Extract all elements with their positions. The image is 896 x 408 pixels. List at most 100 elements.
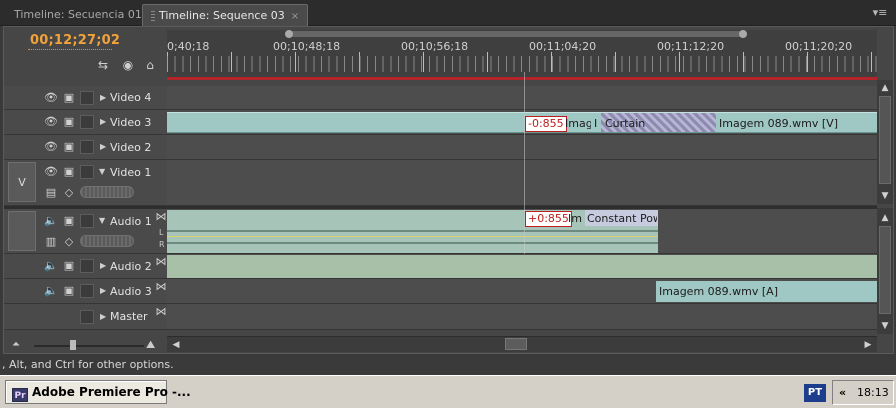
work-area-bar[interactable] [167, 77, 877, 80]
expand-triangle-icon[interactable]: ▶ [100, 286, 106, 295]
viewing-area-bar[interactable] [285, 30, 747, 38]
clock[interactable]: 18:13 [857, 381, 889, 404]
tray-expand-icon[interactable]: « [839, 381, 846, 404]
track-video-4[interactable] [167, 86, 877, 110]
taskbar-premiere-button[interactable]: Pr Adobe Premiere Pro -... [5, 380, 191, 404]
scroll-up-icon[interactable]: ▲ [878, 82, 892, 94]
expand-triangle-icon[interactable]: ▶ [100, 312, 106, 321]
clip-name: Imagem 089.wmv [A] [659, 285, 778, 298]
video-vertical-scrollbar[interactable]: ▲ ▼ [877, 80, 893, 204]
keyframe-navigator[interactable] [80, 186, 134, 198]
audio-clip[interactable] [167, 255, 877, 278]
eye-icon[interactable]: 👁 [44, 141, 58, 153]
target-video-button[interactable]: V [8, 162, 36, 202]
track-video-1[interactable] [167, 160, 877, 206]
track-name: Video 3 [110, 116, 152, 129]
track-audio-1[interactable]: +0:855 Im Constant Powe [167, 209, 877, 254]
lock-toggle[interactable] [80, 259, 94, 273]
lock-toggle[interactable] [80, 284, 94, 298]
expand-triangle-icon[interactable]: ▶ [100, 142, 106, 151]
track-header-master: ▶ Master ⋈ [4, 304, 167, 330]
zoom-out-icon[interactable]: ⏶ [12, 339, 20, 350]
lock-toggle[interactable] [80, 91, 94, 105]
speaker-icon[interactable]: 🔈 [44, 285, 58, 297]
video-clip[interactable] [167, 112, 524, 133]
lock-toggle[interactable] [80, 165, 94, 179]
scroll-thumb[interactable] [879, 226, 891, 314]
eye-icon[interactable]: 👁 [44, 166, 58, 178]
lock-toggle[interactable] [80, 140, 94, 154]
clip-name: Imag [565, 117, 591, 130]
snap-icon[interactable]: ⇆ [95, 57, 111, 73]
audio-vertical-scrollbar[interactable]: ▲ ▼ [877, 208, 893, 334]
track-audio-3[interactable]: Imagem 089.wmv [A] [167, 279, 877, 304]
scroll-up-icon[interactable]: ▲ [878, 212, 892, 224]
volume-line[interactable] [524, 236, 658, 237]
target-audio-button[interactable] [8, 211, 36, 251]
film-icon[interactable]: ▣ [62, 141, 76, 153]
film-icon[interactable]: ▣ [62, 285, 76, 297]
zoom-in-icon[interactable]: ⛰ [146, 338, 155, 352]
audio-clip[interactable] [167, 210, 524, 253]
audio-clip-main[interactable]: +0:855 Im Constant Powe [524, 210, 658, 253]
expand-triangle-icon[interactable]: ▶ [100, 117, 106, 126]
speaker-icon[interactable]: 🔈 [44, 260, 58, 272]
speaker-icon[interactable]: 🔈 [44, 215, 58, 227]
film-icon[interactable]: ▣ [62, 116, 76, 128]
keyframe-navigator[interactable] [80, 235, 134, 247]
track-end-icon: ⋈ [155, 255, 167, 268]
film-icon[interactable]: ▣ [62, 92, 76, 104]
scroll-down-icon[interactable]: ▼ [878, 190, 892, 202]
scroll-left-icon[interactable]: ◀ [169, 339, 183, 351]
tab-secuencia-01[interactable]: Timeline: Secuencia 01 [6, 4, 150, 26]
track-name: Master [110, 310, 148, 323]
collapse-triangle-icon[interactable]: ▼ [99, 167, 105, 176]
close-icon[interactable]: × [291, 11, 299, 22]
track-video-2[interactable] [167, 135, 877, 160]
display-style-icon[interactable]: ▤ [44, 187, 58, 199]
ruler-minor-ticks [167, 56, 877, 72]
tab-sequence-03[interactable]: Timeline: Sequence 03 × [142, 4, 309, 26]
panel-menu-button[interactable]: ▾≡ [870, 6, 890, 20]
language-indicator[interactable]: PT [804, 384, 826, 402]
grip-icon[interactable] [151, 11, 155, 21]
scroll-down-icon[interactable]: ▼ [878, 320, 892, 332]
horizontal-scroll-thumb[interactable] [505, 338, 527, 350]
eye-icon[interactable]: 👁 [44, 116, 58, 128]
keyframe-icon[interactable]: ◇ [62, 187, 76, 199]
film-icon[interactable]: ▣ [62, 215, 76, 227]
keyframe-icon[interactable]: ◇ [62, 236, 76, 248]
audio-clip-main[interactable]: Imagem 089.wmv [A] [656, 281, 877, 302]
expand-triangle-icon[interactable]: ▶ [100, 261, 106, 270]
channel-label-right: R [159, 240, 165, 249]
track-name: Video 1 [110, 166, 152, 179]
eye-icon[interactable]: 👁 [44, 92, 58, 104]
track-audio-2[interactable] [167, 254, 877, 279]
collapse-triangle-icon[interactable]: ▼ [99, 216, 105, 225]
current-timecode[interactable]: 00;12;27;02 [30, 33, 120, 48]
film-icon[interactable]: ▣ [62, 166, 76, 178]
waveform-display-icon[interactable]: ▥ [44, 236, 58, 248]
volume-line[interactable] [167, 236, 524, 237]
timecode-underline [28, 49, 112, 50]
waveform-right [167, 242, 524, 244]
transition-name: Curtain [605, 117, 646, 130]
playhead-line[interactable] [524, 72, 525, 254]
home-icon[interactable]: ⌂ [142, 57, 158, 73]
scroll-thumb[interactable] [879, 96, 891, 184]
track-master[interactable] [167, 304, 877, 330]
scroll-right-icon[interactable]: ▶ [861, 339, 875, 351]
video-clip-main[interactable]: -0:855 Imag I Curtain Imagem 089.wmv [V] [524, 112, 877, 133]
track-video-3[interactable]: -0:855 Imag I Curtain Imagem 089.wmv [V] [167, 110, 877, 135]
film-icon[interactable]: ▣ [62, 260, 76, 272]
zoom-handle-left[interactable] [285, 30, 293, 38]
transition-name: Constant Powe [587, 212, 657, 225]
expand-triangle-icon[interactable]: ▶ [100, 93, 106, 102]
marker-icon[interactable]: ◉ [120, 57, 136, 73]
lock-toggle[interactable] [80, 115, 94, 129]
zoom-slider[interactable]: ⏶ ⛰ [8, 337, 168, 353]
lock-toggle[interactable] [80, 214, 94, 228]
lock-toggle[interactable] [80, 310, 94, 324]
zoom-slider-handle[interactable] [70, 340, 76, 350]
zoom-handle-right[interactable] [739, 30, 747, 38]
